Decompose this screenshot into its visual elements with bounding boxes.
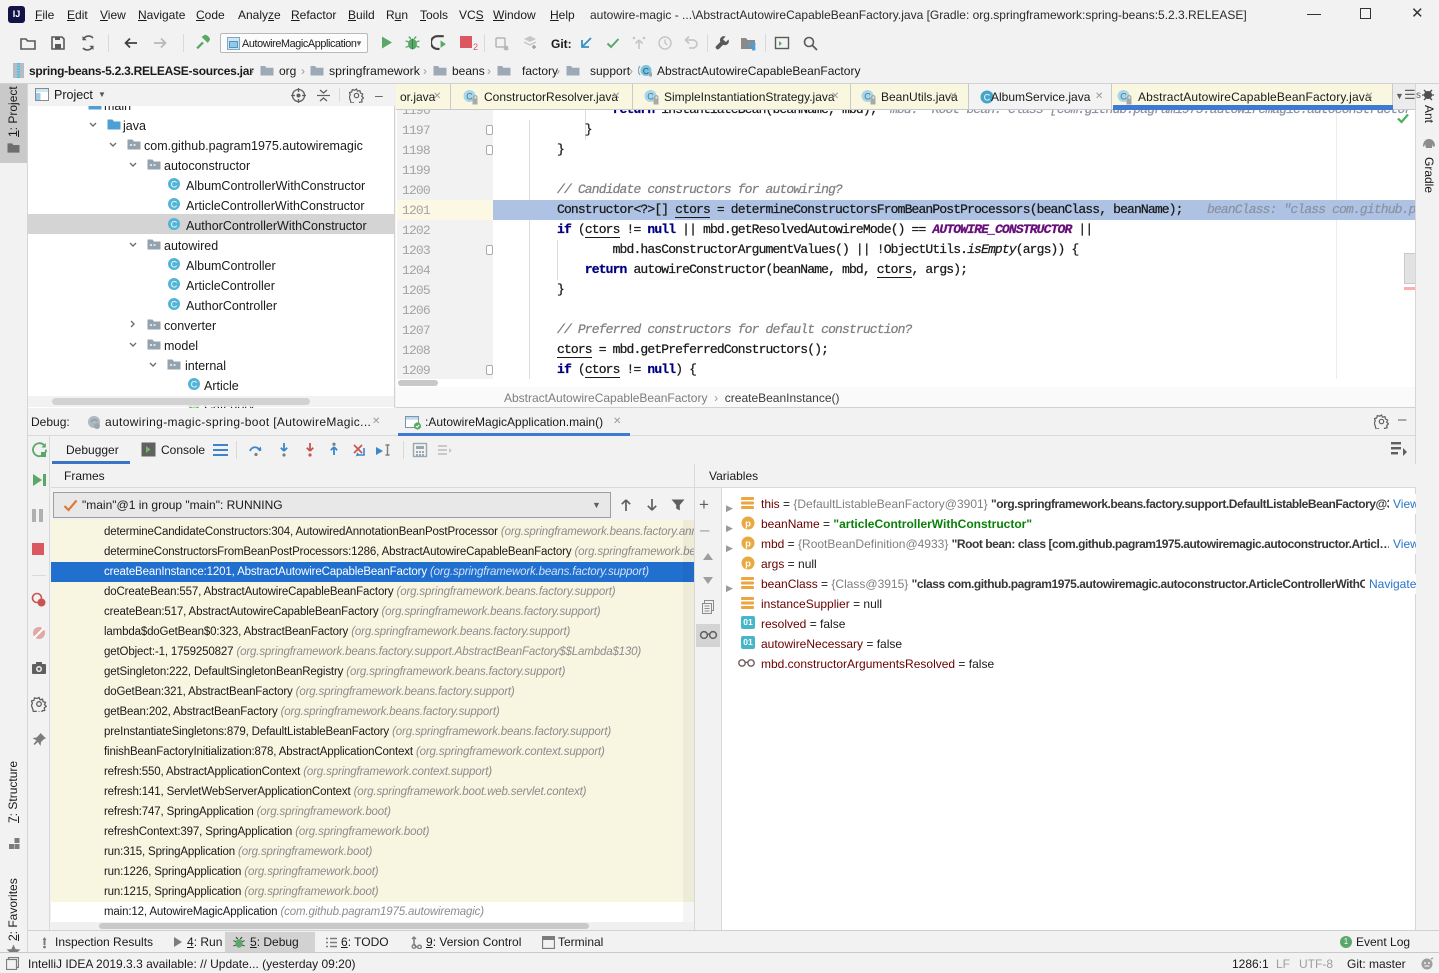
svg-text:p: p: [745, 519, 751, 530]
svg-text:C: C: [171, 260, 178, 270]
svg-text:C: C: [171, 220, 178, 230]
svg-text:p: p: [745, 559, 751, 570]
svg-text:C: C: [171, 180, 178, 190]
svg-text:C: C: [984, 93, 991, 103]
svg-text:C: C: [643, 66, 649, 76]
svg-text:C: C: [864, 92, 871, 102]
svg-text:p: p: [745, 539, 751, 550]
svg-text:C: C: [171, 200, 178, 210]
svg-text:C: C: [647, 92, 654, 102]
svg-text:C: C: [171, 300, 178, 310]
svg-text:C: C: [191, 380, 198, 390]
svg-text:C: C: [1120, 92, 1127, 102]
svg-text:C: C: [171, 280, 178, 290]
svg-text:C: C: [466, 92, 473, 102]
